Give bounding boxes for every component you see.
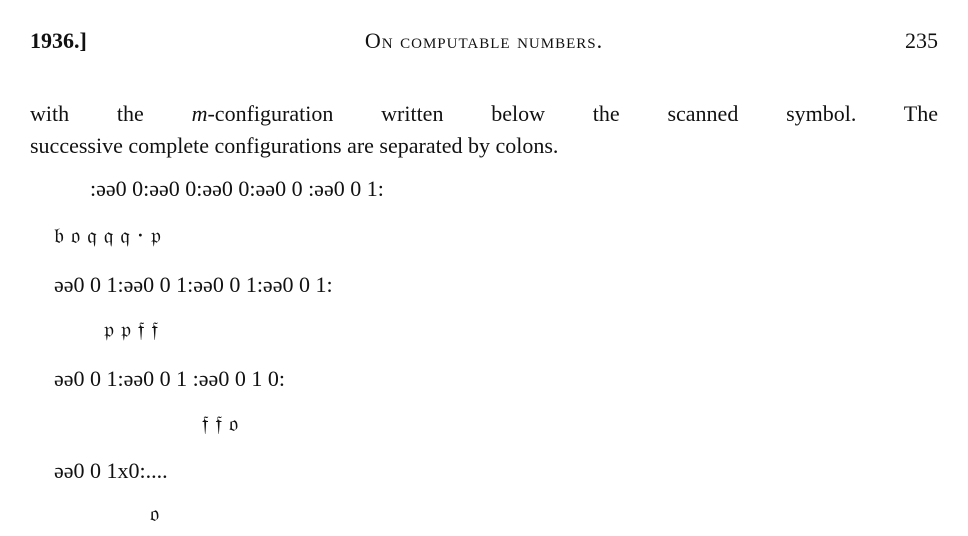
config-symbols: əə0 0 1x0:.... (54, 458, 168, 483)
config-symbols: əə0 0 1:əə0 0 1 :əə0 0 1 0: (54, 366, 285, 391)
mconfig-row-4: 𝔬 (0, 502, 968, 532)
mconfig-row-3: 𝔣 𝔣 𝔬 (0, 412, 968, 442)
mconfig-row-1: 𝔟 𝔬 𝔮 𝔮 𝔮 · 𝔭 (0, 224, 968, 254)
mconfig-symbols: 𝔭 𝔭 𝔣 𝔣 (104, 318, 158, 343)
mconfig-symbols: 𝔬 (150, 502, 160, 527)
config-row-2: əə0 0 1:əə0 0 1:əə0 0 1:əə0 0 1: (0, 272, 968, 302)
config-symbols: :əə0 0:əə0 0:əə0 0:əə0 0 :əə0 0 1: (90, 176, 384, 201)
config-row-1: :əə0 0:əə0 0:əə0 0:əə0 0 :əə0 0 1: (0, 176, 968, 206)
mconfig-symbols: 𝔣 𝔣 𝔬 (202, 412, 239, 437)
config-row-4: əə0 0 1x0:.... (0, 458, 968, 488)
mconfig-row-2: 𝔭 𝔭 𝔣 𝔣 (0, 318, 968, 348)
config-row-3: əə0 0 1:əə0 0 1 :əə0 0 1 0: (0, 366, 968, 396)
mconfig-symbols: 𝔟 𝔬 𝔮 𝔮 𝔮 · 𝔭 (54, 224, 161, 249)
complete-configurations: :əə0 0:əə0 0:əə0 0:əə0 0 :əə0 0 1: 𝔟 𝔬 𝔮… (0, 0, 968, 536)
config-symbols: əə0 0 1:əə0 0 1:əə0 0 1:əə0 0 1: (54, 272, 333, 297)
